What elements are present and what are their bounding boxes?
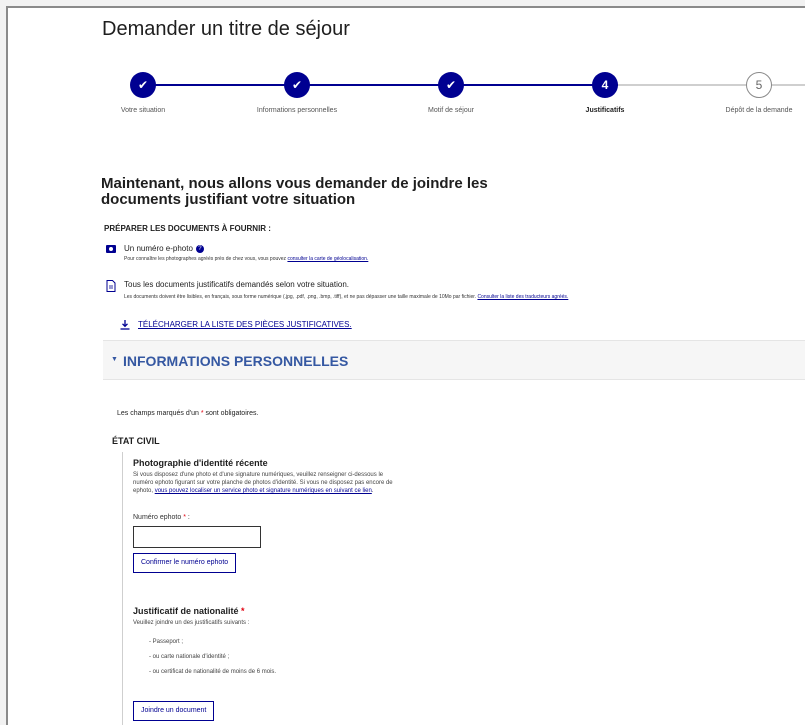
prepare-documents-title: PRÉPARER LES DOCUMENTS À FOURNIR : xyxy=(104,224,271,233)
step-3-check-icon: ✔ xyxy=(438,72,464,98)
step-1-label: Votre situation xyxy=(120,107,166,114)
accordion-title: INFORMATIONS PERSONNELLES xyxy=(123,353,349,369)
nationality-section-title: Justificatif de nationalité * xyxy=(133,606,245,616)
photo-description: Si vous disposez d'une photo et d'une si… xyxy=(133,472,393,494)
nationality-description: Veuillez joindre un des justificatifs su… xyxy=(133,620,250,626)
geolocation-map-link[interactable]: consulter la carte de géolocalisation. xyxy=(287,256,368,262)
progress-stepper: ✔ Votre situation ✔ Informations personn… xyxy=(8,72,805,132)
documents-title: Tous les documents justificatifs demandé… xyxy=(124,280,350,289)
step-4-circle: 4 xyxy=(592,72,618,98)
documents-requirement: Tous les documents justificatifs demandé… xyxy=(106,280,805,304)
nationality-item-certificate: - ou certificat de nationalité de moins … xyxy=(149,669,277,675)
download-list-link[interactable]: TÉLÉCHARGER LA LISTE DES PIÈCES JUSTIFIC… xyxy=(120,320,352,330)
step-4-label: Justificatifs xyxy=(585,107,625,114)
ephoto-number-label: Numéro ephoto * : xyxy=(133,514,190,521)
ephoto-desc: Pour connaître les photographes agréés p… xyxy=(124,256,288,262)
confirm-ephoto-button[interactable]: Confirmer le numéro ephoto xyxy=(133,553,237,573)
step-2-check-icon: ✔ xyxy=(284,72,310,98)
translators-list-link[interactable]: Consulter la liste des traducteurs agréé… xyxy=(477,294,568,300)
nationality-item-passport: - Passeport ; xyxy=(149,639,184,645)
attach-document-button[interactable]: Joindre un document xyxy=(133,701,215,721)
caret-down-icon: ▼ xyxy=(111,356,118,363)
download-icon xyxy=(120,320,130,330)
ephoto-requirement: Un numéro e-photo? Pour connaître les ph… xyxy=(106,244,706,268)
nationality-item-id-card: - ou carte nationale d'identité ; xyxy=(149,654,230,660)
download-list-label: TÉLÉCHARGER LA LISTE DES PIÈCES JUSTIFIC… xyxy=(138,320,352,329)
stepper-line-done xyxy=(143,84,663,86)
step-3-label: Motif de séjour xyxy=(428,107,474,114)
document-icon xyxy=(106,280,116,292)
ephoto-title: Un numéro e-photo xyxy=(124,244,193,253)
section-divider xyxy=(122,452,123,725)
step-1-check-icon: ✔ xyxy=(130,72,156,98)
etat-civil-heading: ÉTAT CIVIL xyxy=(112,436,160,446)
section-heading: Maintenant, nous allons vous demander de… xyxy=(101,175,488,208)
ephoto-number-input[interactable] xyxy=(133,526,261,548)
photo-section-title: Photographie d'identité récente xyxy=(133,458,268,468)
personal-info-accordion[interactable]: ▼ INFORMATIONS PERSONNELLES xyxy=(103,340,805,380)
step-2-label: Informations personnelles xyxy=(256,107,338,114)
step-5-circle: 5 xyxy=(746,72,772,98)
page-title: Demander un titre de séjour xyxy=(102,18,350,40)
stepper-line-todo xyxy=(618,84,805,86)
browser-page: Demander un titre de séjour ✔ Votre situ… xyxy=(6,6,805,725)
step-5-label: Dépôt de la demande xyxy=(725,107,793,114)
camera-icon xyxy=(106,245,116,253)
documents-desc: Les documents doivent être lisibles, en … xyxy=(124,294,478,300)
photo-service-link[interactable]: vous pouvez localiser un service photo e… xyxy=(155,488,372,494)
help-icon[interactable]: ? xyxy=(195,244,204,253)
required-fields-note: Les champs marqués d'un * sont obligatoi… xyxy=(117,410,259,417)
